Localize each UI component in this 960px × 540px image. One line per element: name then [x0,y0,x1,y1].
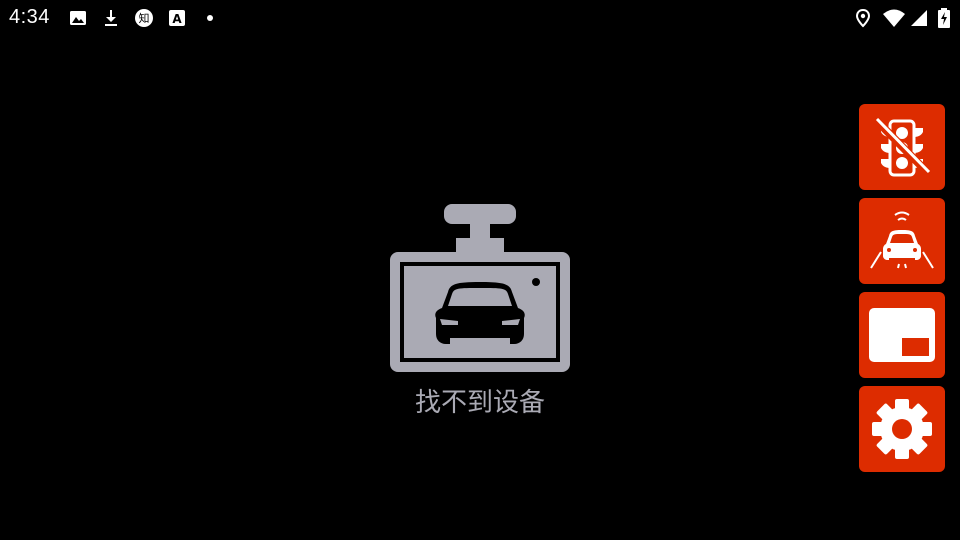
traffic-light-off-icon [873,117,932,177]
cell-signal-icon [909,8,929,28]
wifi-icon [882,8,906,28]
zhihu-icon: 知 [134,8,154,28]
status-bar: 4:34 知 A [0,0,960,36]
lane-car-button[interactable] [859,198,945,284]
picture-in-picture-icon [869,308,935,362]
car-lane-icon [870,211,934,269]
no-device-illustration [388,202,572,372]
location-icon [853,8,873,28]
download-icon [101,8,121,28]
settings-button[interactable] [859,386,945,472]
picture-in-picture-button[interactable] [859,292,945,378]
svg-text:A: A [172,12,182,26]
traffic-light-off-button[interactable] [859,104,945,190]
gear-icon [872,399,932,459]
a-icon: A [167,8,187,28]
image-icon [68,8,88,28]
battery-charging-icon [936,8,952,28]
svg-text:知: 知 [139,11,150,25]
dot-icon [200,8,220,28]
status-time: 4:34 [9,6,50,28]
dashcam-car-icon [390,204,570,372]
no-device-message: 找不到设备 [414,388,545,418]
